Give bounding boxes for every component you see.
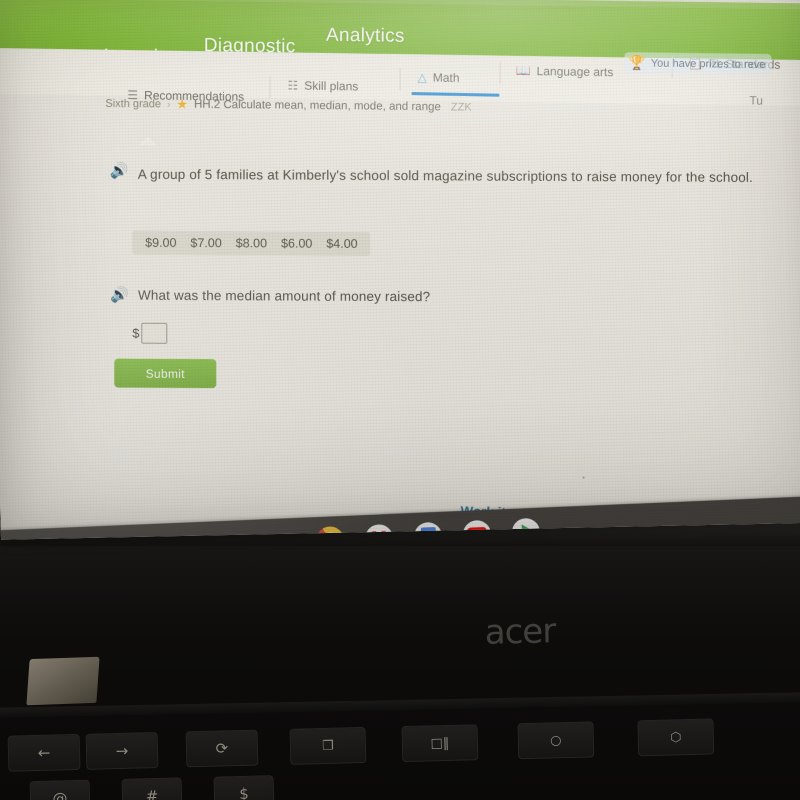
- data-value: $8.00: [235, 236, 268, 251]
- chevron-right-icon: ›: [167, 98, 171, 110]
- subnav-label: Math: [432, 70, 460, 85]
- question-prompt-line2: the school.: [685, 169, 753, 185]
- chromebook-photo: acer ← → ⟳ ❐ □‖ ○ ⬡ @ # $ ⟳ IXL ⚲: [0, 0, 800, 800]
- data-value: $7.00: [190, 235, 222, 251]
- hinge-cap: [26, 656, 100, 706]
- nav-item-analytics[interactable]: Analytics: [326, 25, 405, 48]
- subnav-item-language-arts[interactable]: 📖 Language arts: [516, 64, 614, 79]
- subnav-divider: [499, 61, 501, 84]
- question-prompt: 🔊 A group of 5 families at Kimberly's sc…: [110, 163, 770, 190]
- key-brightness-down[interactable]: ○: [517, 721, 595, 760]
- key-back[interactable]: ←: [7, 733, 81, 772]
- key-brightness-up[interactable]: ⬡: [637, 718, 715, 757]
- subnav-divider: [399, 68, 401, 91]
- data-value: $6.00: [281, 236, 313, 251]
- trophy-icon: 🏆: [628, 54, 646, 71]
- star-icon[interactable]: ★: [176, 97, 188, 113]
- skill-plans-icon: ☷: [287, 78, 299, 93]
- acer-brand-logo: acer: [484, 611, 556, 653]
- key-reload[interactable]: ⟳: [185, 729, 259, 768]
- breadcrumb-skill: HH.2 Calculate mean, median, mode, and r…: [194, 98, 441, 114]
- prizes-banner-label: You have prizes to reve: [650, 57, 766, 71]
- data-values-box: $9.00 $7.00 $8.00 $6.00 $4.00: [132, 230, 371, 256]
- data-value: $9.00: [145, 235, 177, 250]
- language-arts-icon: 📖: [515, 63, 531, 79]
- breadcrumb-grade[interactable]: Sixth grade: [105, 98, 161, 111]
- question-prompt-line1: A group of 5 families at Kimberly's scho…: [137, 166, 683, 185]
- submit-button[interactable]: Submit: [114, 358, 217, 389]
- breadcrumb-skill-code: ZZK: [450, 101, 472, 114]
- answer-input[interactable]: [141, 322, 168, 344]
- subnav-item-skill-plans[interactable]: ☷ Skill plans: [287, 78, 358, 93]
- key-4-dollar[interactable]: $: [213, 775, 275, 800]
- key-forward[interactable]: →: [85, 732, 159, 770]
- speaker-icon[interactable]: 🔊: [110, 163, 129, 180]
- subnav-divider: [269, 76, 271, 99]
- screen-speck: [582, 476, 585, 479]
- prizes-banner[interactable]: 🏆 You have prizes to reve: [624, 52, 772, 76]
- question-content: 🔊 A group of 5 families at Kimberly's sc…: [0, 134, 800, 521]
- answer-row: $: [132, 322, 168, 344]
- data-value: $4.00: [326, 236, 358, 251]
- subnav-label: Language arts: [536, 64, 614, 80]
- subnav-item-math[interactable]: △ Math: [418, 70, 460, 85]
- speaker-icon[interactable]: 🔊: [110, 287, 129, 304]
- math-active-underline: [411, 92, 500, 97]
- sub-prompt-text: What was the median amount of money rais…: [137, 287, 431, 304]
- dollar-prefix: $: [132, 325, 140, 341]
- key-fullscreen[interactable]: ❐: [289, 726, 367, 765]
- math-icon: △: [417, 70, 427, 85]
- question-sub-prompt: 🔊 What was the median amount of money ra…: [110, 287, 430, 305]
- subnav-label: Skill plans: [304, 78, 359, 94]
- turn-in-label[interactable]: Tu: [749, 93, 789, 107]
- laptop-screen: ⟳ IXL ⚲ XL Search topics and skills Lear…: [0, 0, 800, 540]
- key-3-hash[interactable]: #: [121, 777, 183, 800]
- key-2-at[interactable]: @: [29, 779, 91, 800]
- breadcrumb: Sixth grade › ★ HH.2 Calculate mean, med…: [105, 96, 471, 116]
- key-overview[interactable]: □‖: [401, 724, 479, 763]
